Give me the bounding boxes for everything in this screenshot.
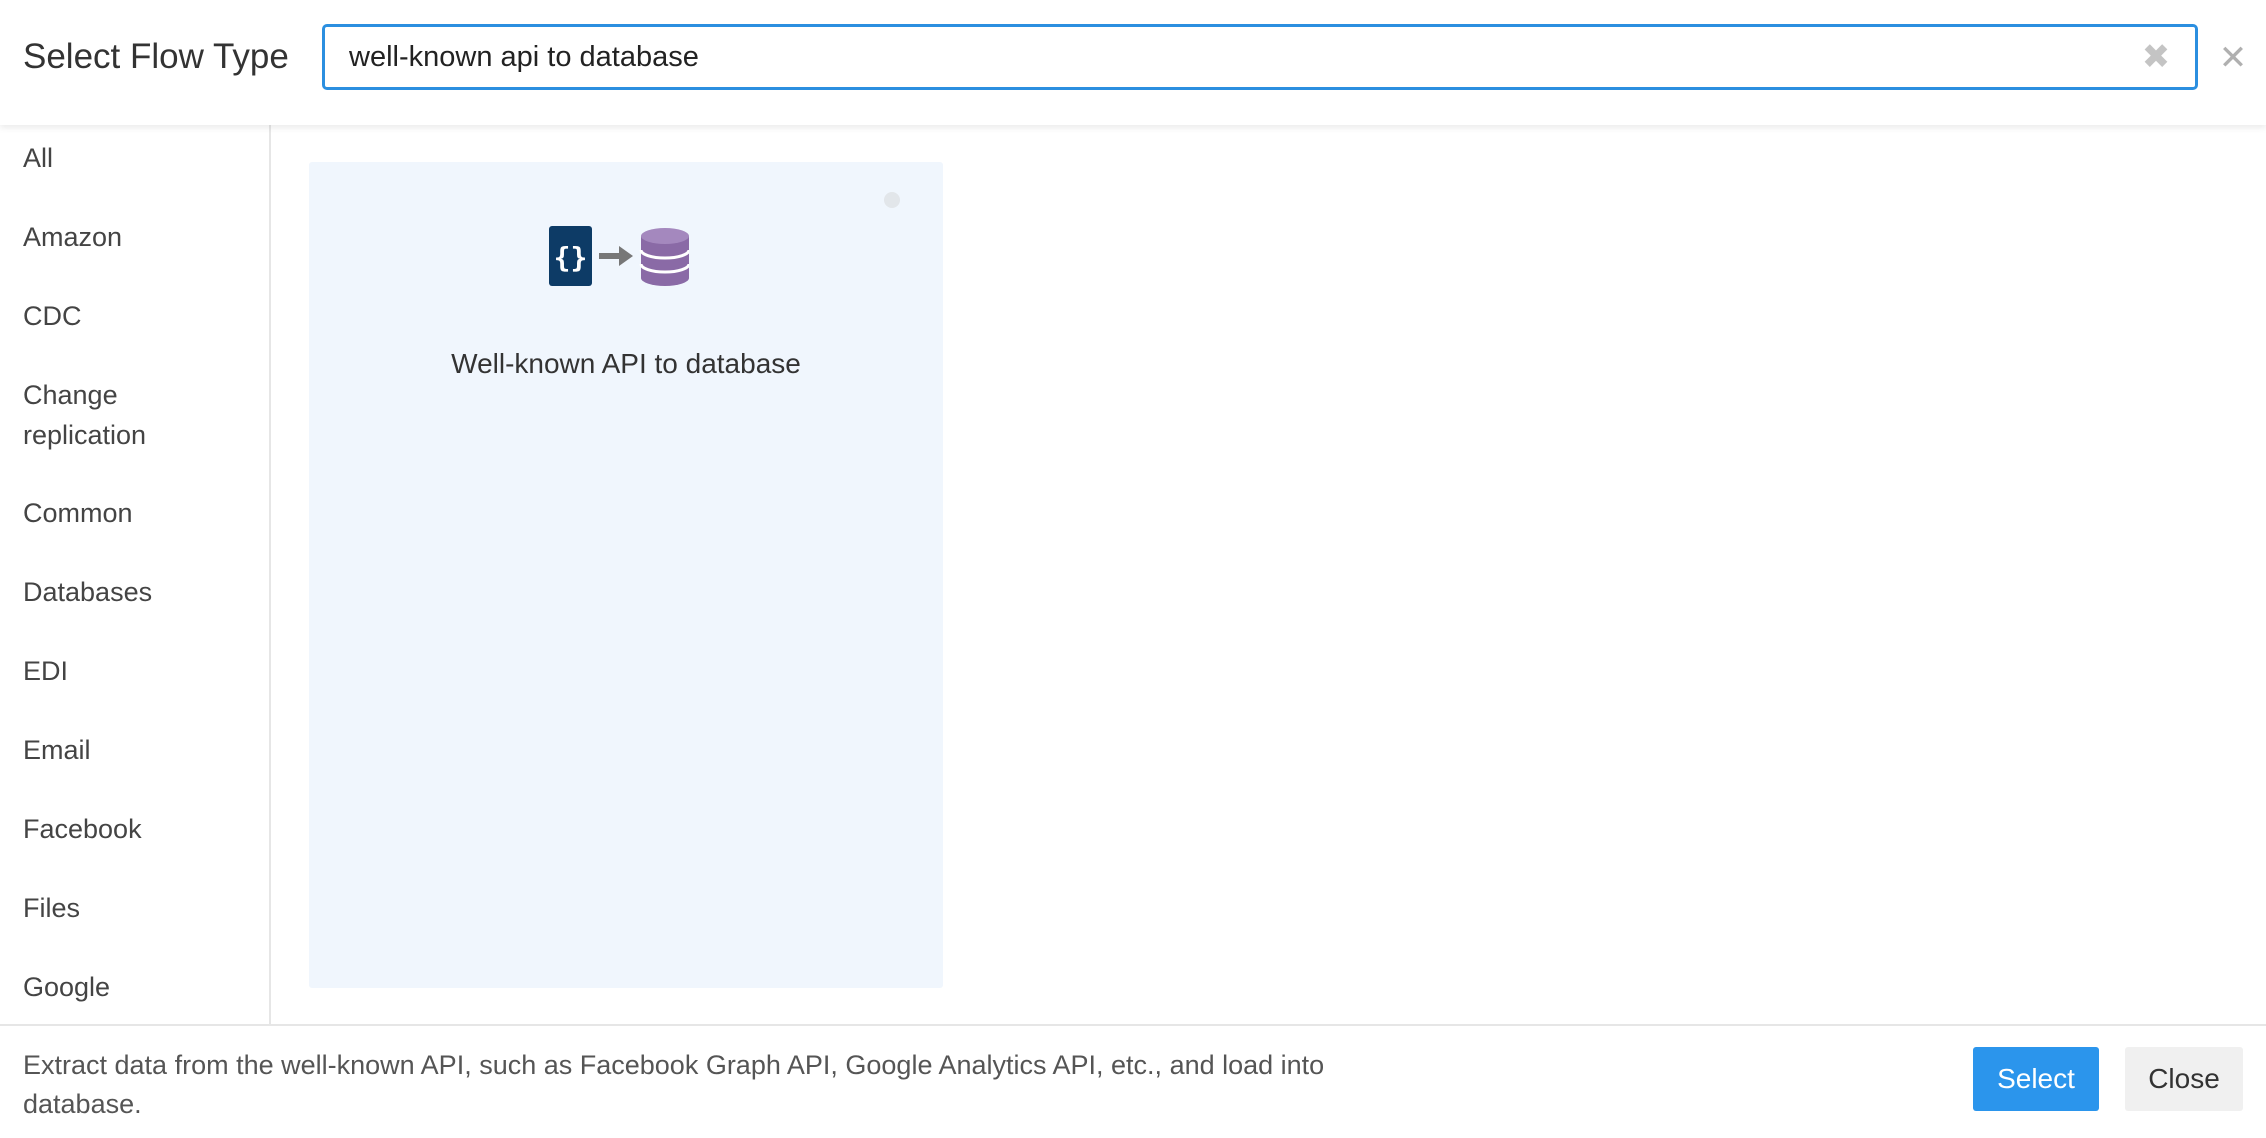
sidebar-item-edi[interactable]: EDI: [23, 651, 253, 691]
flow-type-results: {} Well-known API to database: [271, 125, 2266, 1024]
dialog-header: Select Flow Type ✖ ✕: [0, 0, 2266, 125]
flow-type-card[interactable]: {} Well-known API to database: [309, 162, 943, 988]
svg-text:{}: {}: [554, 241, 588, 274]
search-box[interactable]: ✖: [322, 24, 2198, 90]
flow-type-description: Extract data from the well-known API, su…: [23, 1050, 1325, 1119]
sidebar-item-change-replication[interactable]: Change replication: [23, 375, 173, 455]
select-flow-type-dialog: Select Flow Type ✖ ✕ All Amazon CDC Chan…: [0, 0, 2266, 1138]
sidebar-item-cdc[interactable]: CDC: [23, 296, 253, 336]
sidebar-item-email[interactable]: Email: [23, 730, 253, 770]
sidebar-item-all[interactable]: All: [23, 138, 253, 178]
sidebar-item-google[interactable]: Google: [23, 967, 253, 1007]
close-button[interactable]: Close: [2125, 1047, 2243, 1111]
flow-type-card-title: Well-known API to database: [451, 348, 801, 379]
api-to-database-icon: {}: [549, 226, 689, 286]
card-radio-indicator[interactable]: [884, 192, 900, 208]
close-dialog-icon[interactable]: ✕: [2216, 38, 2250, 78]
category-sidebar: All Amazon CDC Change replication Common…: [0, 125, 271, 1024]
sidebar-item-databases[interactable]: Databases: [23, 572, 253, 612]
sidebar-item-amazon[interactable]: Amazon: [23, 217, 253, 257]
sidebar-item-common[interactable]: Common: [23, 493, 253, 533]
dialog-footer: Extract data from the well-known API, su…: [0, 1024, 2266, 1138]
search-input[interactable]: [349, 27, 2129, 87]
sidebar-item-files[interactable]: Files: [23, 888, 253, 928]
sidebar-item-facebook[interactable]: Facebook: [23, 809, 253, 849]
clear-search-icon[interactable]: ✖: [2139, 37, 2173, 77]
dialog-title: Select Flow Type: [23, 37, 289, 76]
select-button[interactable]: Select: [1973, 1047, 2099, 1111]
